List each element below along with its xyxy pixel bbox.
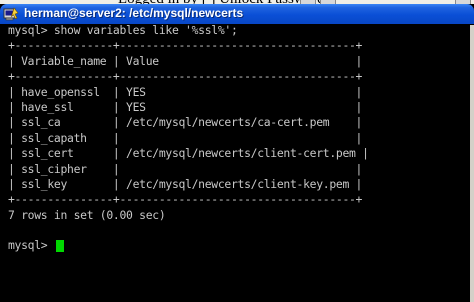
terminal-screen[interactable]: mysql> show variables like '%ssl%'; +---… xyxy=(4,25,474,302)
table-row: | ssl_ca | /etc/mysql/newcerts/ca-cert.p… xyxy=(8,115,363,130)
table-row: | have_ssl | YES | xyxy=(8,99,363,114)
command-prompt-line[interactable]: mysql> xyxy=(8,238,369,253)
table-header-row: | Variable_name | Value | xyxy=(8,53,363,68)
terminal-output: mysql> show variables like '%ssl%'; +---… xyxy=(8,25,369,254)
window-title: herman@server2: /etc/mysql/newcerts xyxy=(24,6,244,20)
table-border: +---------------+-----------------------… xyxy=(8,69,363,84)
table-row: | ssl_cert | /etc/mysql/newcerts/client-… xyxy=(8,146,369,161)
putty-terminal-icon[interactable] xyxy=(3,6,19,22)
terminal-window: herman@server2: /etc/mysql/newcerts mysq… xyxy=(0,4,474,302)
table-border: +---------------+-----------------------… xyxy=(8,192,363,207)
text-cursor xyxy=(55,240,64,253)
table-row: | ssl_cipher | | xyxy=(8,161,363,176)
terminal-scrollbar[interactable] xyxy=(470,25,474,302)
table-row: | ssl_capath | | xyxy=(8,130,363,145)
table-row: | have_openssl | YES | xyxy=(8,84,363,99)
prompt-text: mysql> xyxy=(8,238,54,253)
terminal-line: mysql> show variables like '%ssl%'; xyxy=(8,25,238,37)
table-border: +---------------+-----------------------… xyxy=(8,38,363,53)
result-summary: 7 rows in set (0.00 sec) xyxy=(8,207,166,222)
window-titlebar[interactable]: herman@server2: /etc/mysql/newcerts xyxy=(0,4,474,24)
table-row: | ssl_key | /etc/mysql/newcerts/client-k… xyxy=(8,176,363,191)
